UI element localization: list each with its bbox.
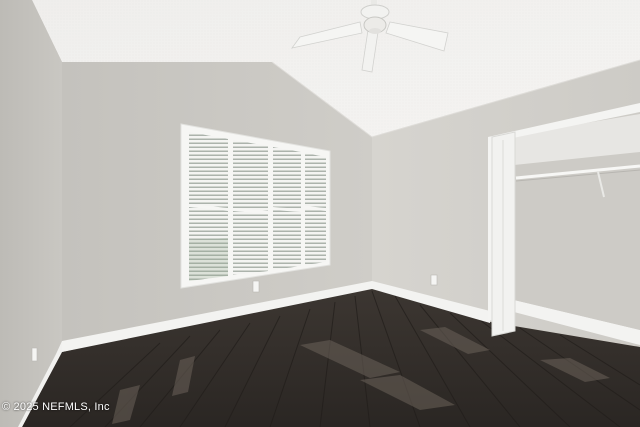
room-photo: © 2025 NEFMLS, Inc [0, 0, 640, 427]
room-illustration [0, 0, 640, 427]
photo-watermark: © 2025 NEFMLS, Inc [2, 401, 110, 413]
wall-outlet-back [252, 280, 260, 293]
wall-outlet-right [430, 274, 438, 286]
window-with-shutters [180, 123, 331, 289]
closet [488, 103, 640, 337]
wall-outlet-left [31, 347, 38, 362]
